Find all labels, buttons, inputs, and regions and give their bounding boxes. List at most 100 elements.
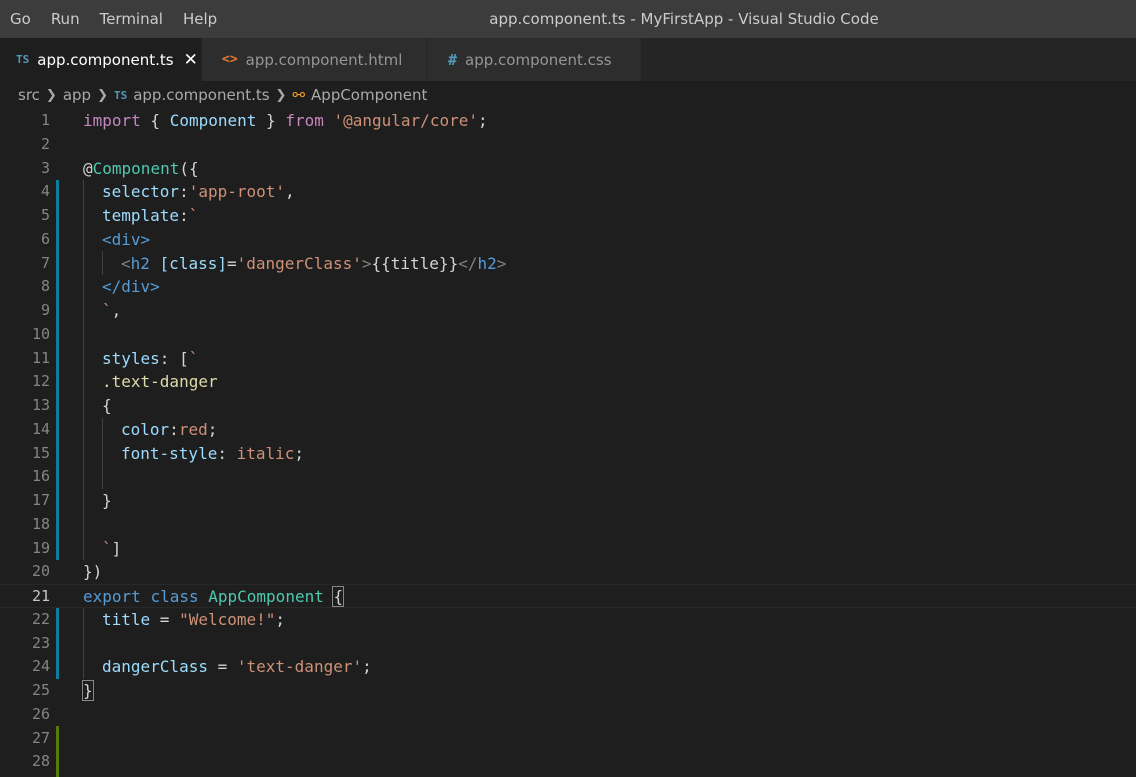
chevron-right-icon: ❯ (45, 87, 57, 103)
code-line: 15 font-style: italic; (0, 442, 1136, 466)
code-text: } (82, 680, 94, 701)
chevron-right-icon: ❯ (275, 87, 287, 103)
tab-label: app.component.html (245, 50, 403, 69)
breadcrumb-symbol[interactable]: AppComponent (311, 86, 427, 104)
tab-app-component-css[interactable]: # app.component.css (428, 38, 642, 81)
line-number: 16 (31, 467, 50, 486)
line-number: 28 (31, 752, 50, 771)
code-line: 28 (0, 750, 1136, 774)
breadcrumb-app[interactable]: app (63, 86, 91, 104)
code-line: 5 template:` (0, 204, 1136, 228)
code-text: font-style: italic; (121, 443, 305, 463)
line-number: 9 (40, 301, 50, 319)
line-number: 7 (40, 253, 50, 272)
title-bar: Go Run Terminal Help app.component.ts - … (0, 0, 1136, 38)
code-line: 17 } (0, 489, 1136, 513)
chevron-right-icon: ❯ (97, 87, 108, 103)
line-number: 17 (31, 491, 50, 509)
code-line: 3 @Component({ (0, 157, 1136, 181)
code-line: 19 `] (0, 537, 1136, 561)
code-text: `] (102, 538, 122, 558)
line-number: 4 (40, 182, 50, 201)
code-text: template:` (102, 206, 199, 225)
code-line: 14 color:red; (0, 418, 1136, 442)
code-text: }) (83, 562, 103, 582)
code-line: 4 selector:'app-root', (0, 180, 1136, 204)
code-text: } (102, 491, 112, 510)
tab-bar: TS app.component.ts ✕ <> app.component.h… (0, 38, 1136, 81)
line-number: 24 (31, 657, 50, 676)
line-number: 5 (40, 206, 50, 224)
code-line: 6 <div> (0, 228, 1136, 252)
code-line: 2 (0, 133, 1136, 157)
code-text: styles: [` (102, 348, 199, 368)
line-number: 23 (31, 633, 50, 652)
code-text: title = "Welcome!"; (102, 609, 286, 629)
line-number: 8 (40, 277, 50, 296)
code-line: 9 `, (0, 299, 1136, 323)
code-text: import { Component } from '@angular/core… (83, 111, 488, 130)
tab-label: app.component.ts (37, 50, 174, 69)
code-line: 27 (0, 727, 1136, 751)
line-number: 25 (31, 681, 50, 699)
code-line: 7 <h2 [class]='dangerClass'>{{title}}</h… (0, 252, 1136, 276)
line-number: 6 (40, 229, 50, 248)
code-text: @Component({ (83, 158, 199, 178)
code-line: 13 { (0, 394, 1136, 418)
breadcrumb: src ❯ app ❯ TS app.component.ts ❯ ⚯ AppC… (0, 81, 1136, 109)
close-icon[interactable]: ✕ (184, 50, 198, 70)
code-line: 1 import { Component } from '@angular/co… (0, 109, 1136, 133)
css-icon: # (448, 50, 458, 69)
line-number: 26 (31, 704, 50, 723)
line-number: 22 (31, 609, 50, 628)
code-text: export class AppComponent { (83, 586, 345, 607)
breadcrumb-src[interactable]: src (18, 86, 40, 104)
html-icon: <> (222, 52, 238, 67)
line-number: 14 (31, 419, 50, 438)
code-text: selector:'app-root', (102, 182, 295, 202)
line-number: 21 (31, 587, 50, 605)
code-text: .text-danger (102, 372, 218, 392)
window-title: app.component.ts - MyFirstApp - Visual S… (489, 10, 879, 28)
code-line: 16 (0, 465, 1136, 489)
code-line: 26 (0, 703, 1136, 727)
typescript-icon: TS (16, 53, 30, 66)
code-line: 24 dangerClass = 'text-danger'; (0, 655, 1136, 679)
code-line: 12 .text-danger (0, 370, 1136, 394)
line-number: 10 (31, 324, 50, 343)
line-number: 27 (31, 728, 50, 747)
tab-label: app.component.css (465, 50, 612, 69)
line-number: 20 (31, 562, 50, 581)
code-text: <div> (102, 229, 151, 249)
code-text: { (102, 396, 112, 415)
line-number: 3 (40, 158, 50, 177)
code-line: 20 }) (0, 560, 1136, 584)
code-line: 11 styles: [` (0, 347, 1136, 371)
code-line: 23 (0, 632, 1136, 656)
code-text: dangerClass = 'text-danger'; (102, 657, 372, 677)
tab-app-component-html[interactable]: <> app.component.html (202, 38, 428, 81)
code-line: 10 (0, 323, 1136, 347)
line-number: 19 (31, 538, 50, 557)
tab-app-component-ts[interactable]: TS app.component.ts ✕ (0, 38, 202, 81)
code-line: 22 title = "Welcome!"; (0, 608, 1136, 632)
code-line: 18 (0, 513, 1136, 537)
code-line: 8 </div> (0, 275, 1136, 299)
code-line: 25 } (0, 679, 1136, 703)
breadcrumb-file[interactable]: app.component.ts (133, 86, 269, 104)
line-number: 18 (31, 514, 50, 533)
code-text: <h2 [class]='dangerClass'>{{title}}</h2> (121, 253, 507, 273)
line-number: 11 (31, 348, 50, 367)
code-text: `, (102, 301, 122, 320)
line-number: 15 (31, 443, 50, 462)
code-editor[interactable]: 1 import { Component } from '@angular/co… (0, 109, 1136, 777)
line-number: 12 (31, 372, 50, 391)
line-number: 1 (40, 111, 50, 129)
code-text: </div> (102, 277, 160, 297)
line-number: 2 (40, 134, 50, 153)
typescript-icon: TS (113, 88, 128, 102)
code-text: color:red; (121, 419, 218, 439)
line-number: 13 (31, 396, 50, 414)
class-symbol-icon: ⚯ (292, 86, 306, 104)
code-line-current: 21 export class AppComponent { (0, 584, 1136, 608)
